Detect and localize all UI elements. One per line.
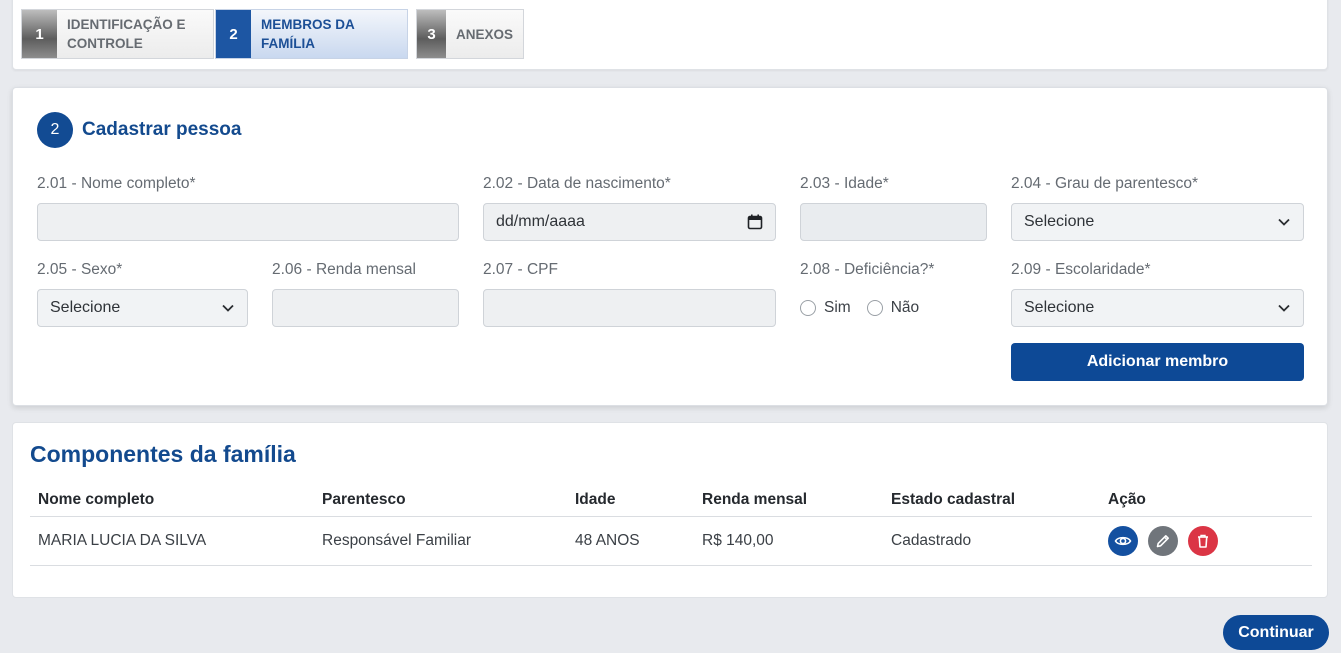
col-header-acao: Ação <box>1108 491 1146 508</box>
radio-nao-label: Não <box>890 299 920 316</box>
nome-label: 2.01 - Nome completo* <box>37 175 196 192</box>
step-identificacao[interactable]: 1 IDENTIFICAÇÃO E CONTROLE <box>21 9 214 59</box>
col-header-nome[interactable]: Nome completo <box>38 485 154 515</box>
deficiencia-radio-group: Sim Não <box>800 299 935 317</box>
nascimento-date-input[interactable]: dd/mm/aaaa <box>483 203 776 241</box>
step-label: IDENTIFICAÇÃO E CONTROLE <box>57 15 196 53</box>
cell-estado: Cadastrado <box>891 532 972 549</box>
step-number: 3 <box>417 10 446 58</box>
cpf-input[interactable] <box>483 289 776 327</box>
renda-input[interactable] <box>272 289 459 327</box>
step-label-line2: CONTROLE <box>67 36 143 51</box>
table-header-row: Nome completo Parentesco Idade Renda men… <box>30 485 1312 517</box>
step-label-line1: ANEXOS <box>455 26 513 42</box>
nascimento-label: 2.02 - Data de nascimento* <box>483 175 671 192</box>
parentesco-label: 2.04 - Grau de parentesco* <box>1011 175 1198 192</box>
deficiencia-label: 2.08 - Deficiência?* <box>800 261 935 278</box>
chevron-down-icon <box>1278 218 1290 226</box>
step-label-line1: IDENTIFICAÇÃO E <box>67 17 186 32</box>
sexo-field-group: 2.05 - Sexo* <box>37 261 122 279</box>
cpf-field-group: 2.07 - CPF <box>483 261 558 279</box>
renda-field-group: 2.06 - Renda mensal <box>272 261 416 279</box>
step-label-line2: FAMÍLIA <box>261 36 315 51</box>
idade-input <box>800 203 987 241</box>
deficiencia-field-group: 2.08 - Deficiência?* <box>800 261 934 279</box>
stepper-card: 1 IDENTIFICAÇÃO E CONTROLE 2 MEMBROS DA … <box>12 0 1328 70</box>
step-label: MEMBROS DA FAMÍLIA <box>251 15 365 53</box>
nome-input[interactable] <box>37 203 459 241</box>
cadastrar-pessoa-card: 2 Cadastrar pessoa 2.01 - Nome completo*… <box>12 87 1328 406</box>
radio-sim[interactable] <box>800 300 816 316</box>
step-label: ANEXOS <box>446 25 523 44</box>
step-membros[interactable]: 2 MEMBROS DA FAMÍLIA <box>215 9 408 59</box>
trash-icon <box>1198 534 1208 548</box>
col-header-idade[interactable]: Idade <box>575 485 615 515</box>
chevron-down-icon <box>222 304 234 312</box>
deficiencia-nao-option[interactable]: Não <box>866 299 920 317</box>
step-anexos[interactable]: 3 ANEXOS <box>416 9 524 59</box>
cell-acoes <box>1108 517 1228 565</box>
parentesco-select-value: Selecione <box>1024 213 1095 230</box>
view-button[interactable] <box>1108 526 1138 556</box>
escolaridade-select-value: Selecione <box>1024 299 1095 316</box>
edit-button[interactable] <box>1148 526 1178 556</box>
parentesco-select[interactable]: Selecione <box>1011 203 1304 241</box>
pencil-icon <box>1156 535 1169 548</box>
cell-parentesco: Responsável Familiar <box>322 532 472 549</box>
escolaridade-select[interactable]: Selecione <box>1011 289 1304 327</box>
step-number: 1 <box>22 10 57 58</box>
col-header-parentesco[interactable]: Parentesco <box>322 485 406 515</box>
cell-idade: 48 ANOS <box>575 532 640 549</box>
cpf-label: 2.07 - CPF <box>483 261 558 278</box>
idade-label: 2.03 - Idade* <box>800 175 889 192</box>
componentes-familia-card: Componentes da família Nome completo Par… <box>12 422 1328 598</box>
col-header-estado[interactable]: Estado cadastral <box>891 485 1015 515</box>
calendar-icon[interactable] <box>747 214 763 230</box>
cell-nome: MARIA LUCIA DA SILVA <box>38 532 207 549</box>
sexo-select-value: Selecione <box>50 299 121 316</box>
step-number: 2 <box>216 10 251 58</box>
nascimento-field-group: 2.02 - Data de nascimento* <box>483 175 671 193</box>
table-row: MARIA LUCIA DA SILVA Responsável Familia… <box>30 517 1312 566</box>
parentesco-field-group: 2.04 - Grau de parentesco* <box>1011 175 1198 193</box>
delete-button[interactable] <box>1188 526 1218 556</box>
radio-nao[interactable] <box>866 300 883 316</box>
chevron-down-icon <box>1278 304 1290 312</box>
table-title: Componentes da família <box>30 441 296 467</box>
escolaridade-field-group: 2.09 - Escolaridade* <box>1011 261 1151 279</box>
deficiencia-sim-option[interactable]: Sim <box>800 299 851 317</box>
section-header: 2 Cadastrar pessoa <box>37 112 241 148</box>
eye-icon <box>1114 536 1132 546</box>
nascimento-date-value: dd/mm/aaaa <box>496 213 585 230</box>
radio-sim-label: Sim <box>824 299 851 316</box>
step-label-line1: MEMBROS DA <box>261 17 355 32</box>
section-number-badge: 2 <box>37 112 73 148</box>
sexo-label: 2.05 - Sexo* <box>37 261 123 278</box>
cell-renda: R$ 140,00 <box>702 532 774 549</box>
section-title: Cadastrar pessoa <box>82 119 242 140</box>
escolaridade-label: 2.09 - Escolaridade* <box>1011 261 1151 278</box>
continuar-button[interactable]: Continuar <box>1223 615 1329 650</box>
adicionar-membro-button[interactable]: Adicionar membro <box>1011 343 1304 381</box>
renda-label: 2.06 - Renda mensal <box>272 261 416 278</box>
col-header-renda[interactable]: Renda mensal <box>702 485 807 515</box>
nome-field-group: 2.01 - Nome completo* <box>37 175 196 193</box>
idade-field-group: 2.03 - Idade* <box>800 175 889 193</box>
sexo-select[interactable]: Selecione <box>37 289 248 327</box>
